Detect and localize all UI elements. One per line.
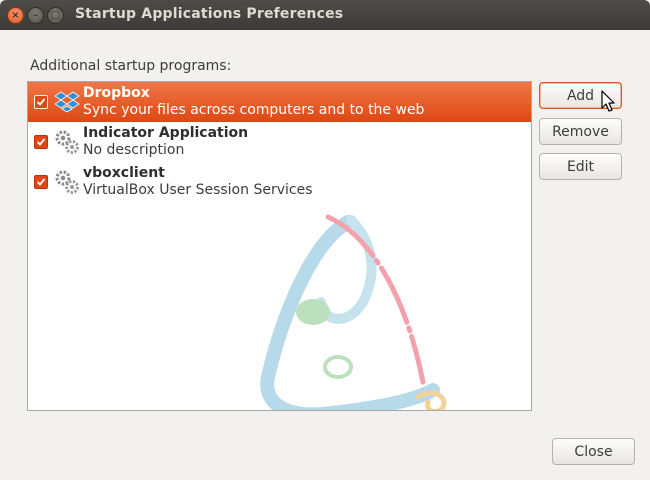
program-row-vboxclient[interactable]: vboxclient VirtualBox User Session Servi… <box>28 162 531 202</box>
checkmark-icon <box>36 98 46 106</box>
gears-icon <box>55 130 79 154</box>
window-minimize-button[interactable]: – <box>27 7 44 24</box>
startup-programs-list[interactable]: Dropbox Sync your files across computers… <box>27 81 532 411</box>
gears-icon <box>55 170 79 194</box>
window-close-button[interactable]: × <box>7 7 24 24</box>
program-description: Sync your files across computers and to … <box>83 102 425 118</box>
program-name: Indicator Application <box>83 125 249 141</box>
remove-button[interactable]: Remove <box>539 118 622 145</box>
dropbox-icon <box>54 91 80 113</box>
section-label: Additional startup programs: <box>30 58 232 74</box>
enabled-checkbox[interactable] <box>34 95 48 109</box>
window-title: Startup Applications Preferences <box>75 6 344 22</box>
window-maximize-button[interactable]: □ <box>47 7 64 24</box>
checkmark-icon <box>36 178 46 186</box>
mouse-pointer-icon <box>601 90 615 112</box>
close-button[interactable]: Close <box>552 438 635 465</box>
program-name: vboxclient <box>83 165 165 181</box>
program-row-dropbox[interactable]: Dropbox Sync your files across computers… <box>28 82 531 122</box>
checkmark-icon <box>36 138 46 146</box>
enabled-checkbox[interactable] <box>34 175 48 189</box>
program-description: No description <box>83 142 185 158</box>
program-description: VirtualBox User Session Services <box>83 182 313 198</box>
edit-button[interactable]: Edit <box>539 153 622 180</box>
title-bar: × – □ Startup Applications Preferences <box>0 0 650 30</box>
enabled-checkbox[interactable] <box>34 135 48 149</box>
program-row-indicator-application[interactable]: Indicator Application No description <box>28 122 531 162</box>
program-name: Dropbox <box>83 85 150 101</box>
watermark-logo <box>260 214 447 410</box>
